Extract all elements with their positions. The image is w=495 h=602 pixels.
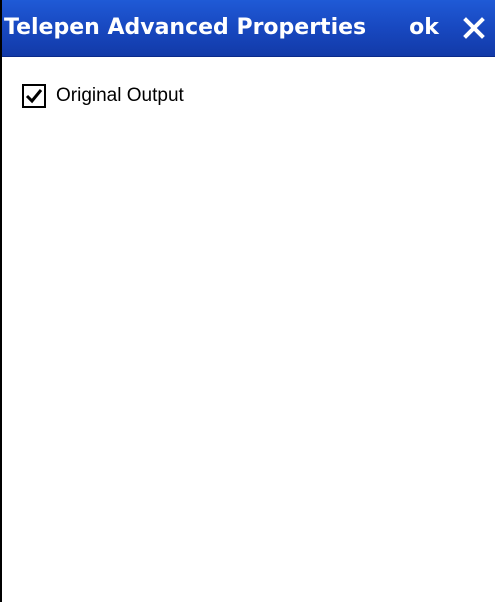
original-output-option[interactable]: Original Output [22, 82, 184, 110]
dialog-content: Original Output [2, 57, 495, 602]
ok-button[interactable]: ok [402, 12, 446, 44]
close-icon [463, 17, 485, 39]
close-button[interactable] [458, 12, 490, 44]
window-title: Telepen Advanced Properties [4, 15, 367, 40]
original-output-label: Original Output [56, 85, 184, 106]
original-output-checkbox[interactable] [22, 84, 46, 108]
title-bar: Telepen Advanced Properties ok [2, 0, 495, 57]
dialog-window: Telepen Advanced Properties ok Original … [0, 0, 495, 602]
checkmark-icon [25, 89, 43, 104]
